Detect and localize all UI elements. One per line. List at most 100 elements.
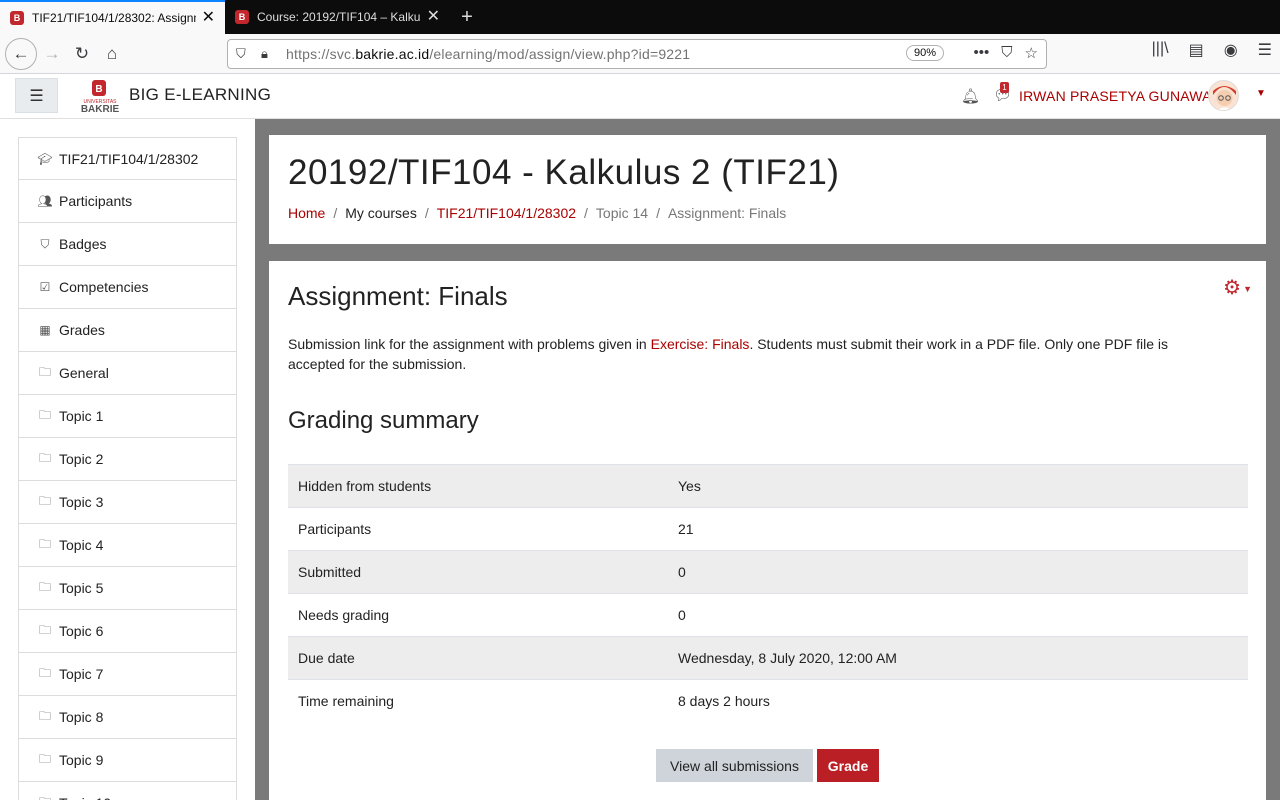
more-actions-icon[interactable]: •••	[974, 44, 990, 62]
sidebar-item[interactable]: ⛉ Badges	[18, 223, 237, 266]
table-row: Participants 21	[288, 507, 1248, 551]
home-icon[interactable]: ⌂	[97, 39, 127, 69]
sidebar-item-label: Topic 9	[59, 752, 104, 768]
assignment-card: Assignment: Finals ⚙ ▼ Submission link fo…	[269, 261, 1266, 800]
lock-icon[interactable]: 🔒︎	[261, 46, 268, 62]
folder-icon: 🗀	[38, 579, 51, 594]
breadcrumb-separator: /	[333, 205, 338, 221]
sidebar-item[interactable]: 🗀 Topic 7	[18, 653, 237, 696]
sidebar-item[interactable]: 🎓︎ TIF21/TIF104/1/28302	[18, 137, 237, 180]
folder-icon: 🗀	[38, 450, 51, 465]
url-bar[interactable]: ⛉ 🔒︎ https://svc.bakrie.ac.id/elearning/…	[227, 39, 1047, 69]
zoom-indicator[interactable]: 90%	[905, 45, 944, 61]
folder-icon: 🗀	[37, 793, 53, 800]
new-tab-icon[interactable]: +	[450, 0, 484, 34]
forward-icon[interactable]: →	[37, 39, 67, 69]
graduation-cap-icon: 🎓︎	[37, 151, 53, 166]
row-label: Submitted	[288, 550, 678, 594]
page-header-card: 20192/TIF104 - Kalkulus 2 (TIF21) Home / M…	[269, 135, 1266, 244]
reload-icon[interactable]: ↻	[67, 39, 97, 69]
bookmark-star-icon[interactable]: ☆	[1025, 44, 1038, 62]
row-label: Time remaining	[288, 679, 678, 723]
folder-icon: 🗀	[38, 364, 51, 379]
pocket-icon[interactable]: ⛉	[1001, 44, 1012, 62]
page-title: 20192/TIF104 - Kalkulus 2 (TIF21)	[288, 153, 840, 192]
breadcrumb-home[interactable]: Home	[288, 205, 325, 221]
folder-icon: 🗀	[38, 407, 51, 422]
folder-icon: 🗀	[38, 665, 51, 680]
bakrie-favicon-icon: B	[235, 10, 249, 24]
nav-bar: ← → ↻ ⌂ ⛉ 🔒︎ https://svc.bakrie.ac.id/el…	[0, 34, 1280, 74]
back-icon[interactable]: ←	[5, 37, 37, 70]
row-value: 8 days 2 hours	[678, 679, 1248, 723]
course-nav-drawer: 🎓︎ TIF21/TIF104/1/28302 👥︎ Participants ⛉ Bad…	[18, 137, 237, 800]
sidebar-item[interactable]: ☑ Competencies	[18, 266, 237, 309]
breadcrumb-current: Assignment: Finals	[667, 205, 787, 221]
settings-gear-icon[interactable]: ⚙ ▼	[1223, 275, 1252, 300]
sidebar-item-label: Topic 5	[59, 580, 104, 596]
browser-window: B TIF21/TIF104/1/28302: Assignment ✕ B C…	[0, 0, 1280, 800]
sidebar-item[interactable]: 🗀 Topic 10	[18, 782, 237, 800]
view-all-submissions-button[interactable]: View all submissions	[656, 749, 813, 782]
breadcrumb-separator: /	[656, 205, 660, 221]
row-value: Yes	[678, 464, 1248, 508]
grade-button[interactable]: Grade	[817, 749, 879, 782]
breadcrumb-separator: /	[424, 205, 429, 221]
exercise-link[interactable]: Exercise: Finals	[651, 336, 750, 352]
breadcrumb-course[interactable]: TIF21/TIF104/1/28302	[437, 205, 576, 221]
sidebar-icon[interactable]: ▤	[1189, 40, 1204, 60]
table-row: Due date Wednesday, 8 July 2020, 12:00 AM	[288, 636, 1248, 680]
row-value: Wednesday, 8 July 2020, 12:00 AM	[678, 636, 1248, 680]
sidebar-item[interactable]: 🗀 Topic 4	[18, 524, 237, 567]
users-icon: 👥︎	[37, 194, 53, 208]
toolbar-right: |||\ ▤ ◉ ☰	[1152, 40, 1272, 60]
sidebar-item[interactable]: 🗀 Topic 8	[18, 696, 237, 739]
sidebar-item[interactable]: 🗀 Topic 1	[18, 395, 237, 438]
sidebar-item[interactable]: 🗀 Topic 6	[18, 610, 237, 653]
user-menu-caret-icon[interactable]: ▼	[1256, 88, 1266, 99]
svg-text:B: B	[95, 84, 102, 95]
table-icon: ▦	[39, 323, 51, 337]
site-name[interactable]: BIG E-LEARNING	[129, 85, 271, 105]
sidebar-item[interactable]: 🗀 Topic 9	[18, 739, 237, 782]
sidebar-item[interactable]: 🗀 General	[18, 352, 237, 395]
hamburger-icon: ☰	[29, 87, 44, 105]
sidebar-item-label: Topic 2	[59, 451, 104, 467]
folder-icon: 🗀	[38, 493, 51, 508]
sidebar-item-label: Topic 6	[59, 623, 104, 639]
sidebar-item-label: Topic 1	[59, 408, 104, 424]
sidebar-item[interactable]: ▦ Grades	[18, 309, 237, 352]
sidebar-item-label: Topic 8	[59, 709, 104, 725]
tab-course[interactable]: B Course: 20192/TIF104 – Kalkulus ✕	[225, 0, 450, 34]
folder-icon: 🗀	[38, 536, 51, 551]
breadcrumb-topic[interactable]: Topic 14	[596, 205, 648, 221]
tab-title: TIF21/TIF104/1/28302: Assignment	[32, 11, 196, 25]
user-name[interactable]: IRWAN PRASETYA GUNAWAN	[1019, 88, 1222, 104]
avatar[interactable]	[1208, 80, 1239, 111]
breadcrumb: Home / My courses / TIF21/TIF104/1/28302 / Top…	[288, 205, 786, 221]
sidebar-item-label: TIF21/TIF104/1/28302	[59, 150, 199, 167]
tab-assignment[interactable]: B TIF21/TIF104/1/28302: Assignment ✕	[0, 0, 225, 34]
sidebar-item-label: Topic 4	[59, 537, 104, 553]
menu-icon[interactable]: ☰	[1258, 40, 1272, 60]
tab-strip: B TIF21/TIF104/1/28302: Assignment ✕ B C…	[0, 0, 1280, 34]
table-row: Submitted 0	[288, 550, 1248, 594]
sidebar-item[interactable]: 🗀 Topic 2	[18, 438, 237, 481]
close-tab-icon[interactable]: ✕	[202, 10, 215, 26]
row-value: 0	[678, 593, 1248, 637]
account-icon[interactable]: ◉	[1224, 40, 1238, 60]
notification-bell-icon[interactable]: 🔔︎	[961, 87, 980, 105]
drawer-toggle-button[interactable]: ☰	[15, 78, 58, 113]
library-icon[interactable]: |||\	[1152, 40, 1169, 60]
close-tab-icon[interactable]: ✕	[427, 9, 440, 25]
sidebar-item-label: General	[59, 365, 109, 381]
sidebar-item[interactable]: 🗀 Topic 3	[18, 481, 237, 524]
bakrie-favicon-icon: B	[10, 11, 24, 25]
sidebar-item[interactable]: 🗀 Topic 5	[18, 567, 237, 610]
tracking-shield-icon[interactable]: ⛉	[236, 46, 246, 62]
sidebar-item-label: Participants	[59, 193, 133, 209]
site-logo[interactable]: B UNIVERSITAS BAKRIE	[76, 79, 124, 114]
sidebar-item[interactable]: 👥︎ Participants	[18, 180, 237, 223]
sidebar-item-label: Badges	[59, 236, 107, 252]
row-label: Participants	[288, 507, 678, 551]
